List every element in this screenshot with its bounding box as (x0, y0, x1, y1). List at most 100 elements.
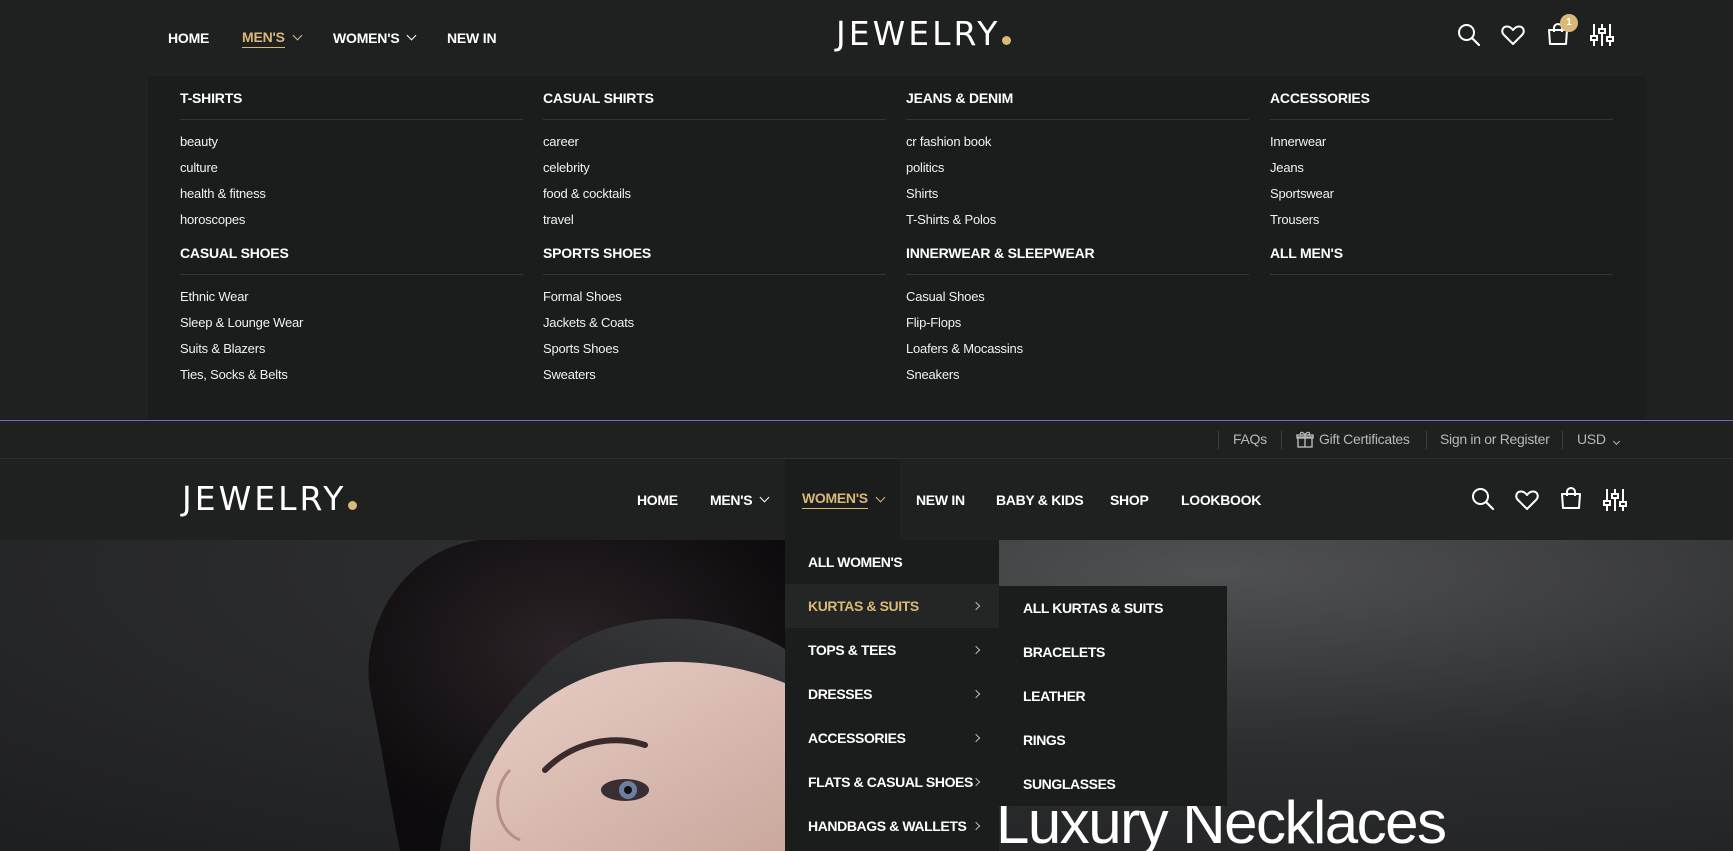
nav-lookbook[interactable]: LOOKBOOK (1181, 459, 1261, 540)
mega-menu-link[interactable]: T-Shirts & Polos (906, 207, 1249, 233)
mega-menu-link[interactable]: Sweaters (543, 362, 886, 388)
mega-menu-link[interactable]: cr fashion book (906, 129, 1249, 155)
dropdown-item-label: KURTAS & SUITS (808, 598, 919, 614)
submenu-item[interactable]: SUNGLASSES (999, 762, 1227, 806)
nav-new-in-label: NEW IN (916, 491, 965, 508)
chevron-down-icon (1612, 437, 1620, 446)
mega-menu-link[interactable]: Formal Shoes (543, 284, 886, 310)
heart-icon[interactable] (1514, 487, 1540, 513)
mega-menu-link[interactable]: Trousers (1270, 207, 1613, 233)
mega-menu-list: Ethnic Wear Sleep & Lounge Wear Suits & Bl… (180, 275, 523, 388)
dropdown-item[interactable]: KURTAS & SUITS (785, 584, 999, 628)
dropdown-item[interactable]: ACCESSORIES (785, 716, 999, 760)
mega-menu-link[interactable]: travel (543, 207, 886, 233)
submenu-item[interactable]: BRACELETS (999, 630, 1227, 674)
womens-dropdown: ALL WOMEN'S KURTAS & SUITS TOPS & TEES DRES… (785, 540, 999, 851)
dropdown-item[interactable]: HANDBAGS & WALLETS (785, 804, 999, 848)
nav-shop[interactable]: SHOP (1110, 459, 1149, 540)
nav-baby-kids[interactable]: BABY & KIDS (996, 459, 1084, 540)
submenu-item[interactable]: LEATHER (999, 674, 1227, 718)
mega-menu-link[interactable]: health & fitness (180, 181, 523, 207)
separator (1281, 431, 1282, 449)
currency-selector[interactable]: USD (1577, 421, 1620, 458)
settings-sliders-icon[interactable] (1589, 22, 1615, 48)
nav-mens[interactable]: MEN'S (242, 0, 303, 76)
dropdown-item-label: DRESSES (808, 686, 873, 702)
mega-menu-link[interactable]: celebrity (543, 155, 886, 181)
mega-menu-link[interactable]: Jackets & Coats (543, 310, 886, 336)
mega-menu-link[interactable]: career (543, 129, 886, 155)
shopping-bag-icon[interactable] (1558, 485, 1584, 511)
mega-menu-link[interactable]: Shirts (906, 181, 1249, 207)
mega-menu-group: JEANS & DENIM cr fashion book politics Shir… (906, 76, 1249, 233)
settings-sliders-icon[interactable] (1602, 487, 1628, 513)
search-icon[interactable] (1470, 486, 1496, 512)
mega-menu-heading[interactable]: T-SHIRTS (180, 76, 523, 120)
mega-menu-heading[interactable]: ACCESSORIES (1270, 76, 1613, 120)
mega-menu-link[interactable]: Ethnic Wear (180, 284, 523, 310)
faqs-link[interactable]: FAQs (1233, 421, 1267, 458)
mega-menu-link[interactable]: Innerwear (1270, 129, 1613, 155)
nav-womens-label: WOMEN'S (333, 30, 400, 46)
gift-certificates-link[interactable]: Gift Certificates (1319, 421, 1410, 458)
mega-menu-link[interactable]: Ties, Socks & Belts (180, 362, 523, 388)
dropdown-item-label: HANDBAGS & WALLETS (808, 818, 967, 834)
nav-womens-label: WOMEN'S (802, 490, 868, 509)
mega-menu-link[interactable]: Sports Shoes (543, 336, 886, 362)
mega-menu-list: Formal Shoes Jackets & Coats Sports Shoes S… (543, 275, 886, 388)
mega-menu-link[interactable]: Sportswear (1270, 181, 1613, 207)
dropdown-item[interactable]: TOPS & TEES (785, 628, 999, 672)
chevron-down-icon (759, 492, 770, 502)
dropdown-item[interactable]: ALL WOMEN'S (785, 540, 999, 584)
nav-home-label: HOME (637, 491, 678, 508)
mega-menu-heading[interactable]: ALL MEN'S (1270, 231, 1613, 275)
nav-home[interactable]: HOME (637, 459, 678, 540)
nav-new-in[interactable]: NEW IN (916, 459, 965, 540)
search-icon[interactable] (1456, 22, 1482, 48)
logo[interactable]: JEWELRY (836, 14, 1012, 53)
sign-in-register-link[interactable]: Sign in or Register (1440, 421, 1550, 458)
nav-womens[interactable]: WOMEN'S (785, 459, 900, 540)
mega-menu-link[interactable]: Flip-Flops (906, 310, 1249, 336)
mega-menu-link[interactable]: culture (180, 155, 523, 181)
heart-icon[interactable] (1500, 22, 1526, 48)
mega-menu-group: ACCESSORIES Innerwear Jeans Sportswear Trous… (1270, 76, 1613, 233)
dropdown-item-label: ACCESSORIES (808, 730, 906, 746)
mega-menu-heading[interactable]: CASUAL SHIRTS (543, 76, 886, 120)
nav-womens[interactable]: WOMEN'S (333, 0, 417, 76)
mega-menu-link[interactable]: Suits & Blazers (180, 336, 523, 362)
mega-menu-link[interactable]: beauty (180, 129, 523, 155)
dropdown-item[interactable]: FLATS & CASUAL SHOES (785, 760, 999, 804)
hero-model-image (368, 540, 800, 851)
nav-shop-label: SHOP (1110, 491, 1149, 508)
submenu-item[interactable]: ALL KURTAS & SUITS (999, 586, 1227, 630)
mega-menu-link[interactable]: Sneakers (906, 362, 1249, 388)
mega-menu-link[interactable]: Jeans (1270, 155, 1613, 181)
submenu-item[interactable]: RINGS (999, 718, 1227, 762)
chevron-right-icon (971, 601, 981, 611)
mega-menu-heading[interactable]: INNERWEAR & SLEEPWEAR (906, 231, 1249, 275)
nav-baby-kids-label: BABY & KIDS (996, 491, 1084, 508)
nav-home[interactable]: HOME (168, 0, 209, 76)
logo-dot (348, 501, 358, 510)
mega-menu-group: CASUAL SHOES Ethnic Wear Sleep & Lounge We… (180, 231, 523, 388)
top-bar: FAQs Gift Certificates Sign in or Regist… (0, 421, 1733, 459)
mega-menu-link[interactable]: Loafers & Mocassins (906, 336, 1249, 362)
mega-menu-heading[interactable]: SPORTS SHOES (543, 231, 886, 275)
cart-count-badge: 1 (1560, 14, 1578, 32)
mega-menu-link[interactable]: horoscopes (180, 207, 523, 233)
dropdown-item[interactable]: DRESSES (785, 672, 999, 716)
nav-new-in[interactable]: NEW IN (447, 0, 497, 76)
mega-menu-link[interactable]: politics (906, 155, 1249, 181)
mega-menu-group: T-SHIRTS beauty culture health & fitness hor… (180, 76, 523, 233)
mega-menu-link[interactable]: food & cocktails (543, 181, 886, 207)
mega-menu-link[interactable]: Sleep & Lounge Wear (180, 310, 523, 336)
logo[interactable]: JEWELRY (182, 479, 358, 518)
nav-mens[interactable]: MEN'S (710, 459, 770, 540)
mega-menu-heading[interactable]: JEANS & DENIM (906, 76, 1249, 120)
mega-menu-heading[interactable]: CASUAL SHOES (180, 231, 523, 275)
nav-mens-label: MEN'S (242, 29, 285, 48)
separator (1562, 431, 1563, 449)
kurtas-submenu: ALL KURTAS & SUITS BRACELETS LEATHER RINGS S… (999, 586, 1227, 806)
mega-menu-link[interactable]: Casual Shoes (906, 284, 1249, 310)
